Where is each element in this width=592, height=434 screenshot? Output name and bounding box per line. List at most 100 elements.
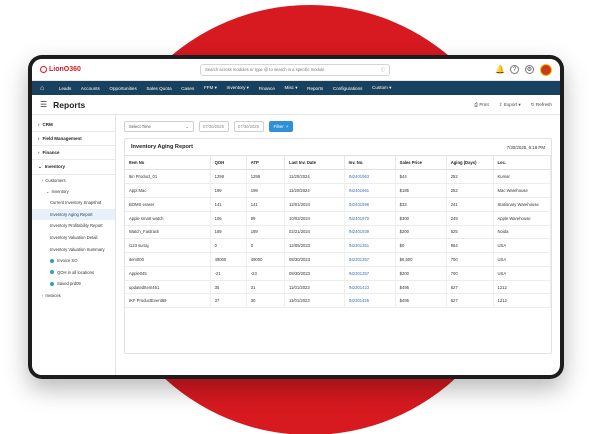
table-row[interactable]: Watch_Fastrack 189 189 02/21/2024 IN2401939 $… — [125, 225, 551, 240]
sidebar-favorite-saved-prd09[interactable]: Saved prd09 — [32, 278, 115, 290]
cell-inv-no[interactable]: IN2401939 — [344, 225, 396, 240]
logo-text: LionO360 — [49, 66, 81, 73]
cell-item-no: Apple smart watch — [125, 211, 211, 226]
export-button[interactable]: ⇪ Export ▾ — [499, 102, 521, 108]
sidebar-group-inventory[interactable]: ⌄ Inventory — [32, 186, 115, 197]
date-to-input[interactable]: 07/30/2025 — [234, 121, 264, 132]
sidebar-item-current-inventory-snapshot[interactable]: Current Inventory Snapshot — [32, 197, 115, 209]
sidebar-item-inventory-valuation-summary[interactable]: Inventory Valuation Summary — [32, 243, 115, 255]
table-row[interactable]: Apple smart watch 106 99 10/02/2024 IN240197… — [125, 211, 551, 226]
cell-inv-no[interactable]: IN2401970 — [344, 211, 396, 226]
cell-last-inv-date: 02/21/2024 — [284, 225, 345, 240]
cell-aging-days: 525 — [446, 225, 494, 240]
sidebar-group-label: Inventory — [51, 189, 69, 194]
table-row[interactable]: i123 surraj 0 0 12/05/2023 IN2301351 $0 964 USA — [125, 238, 551, 254]
sidebar-section-label: Field Management — [42, 136, 82, 141]
column-header-last-inv-date[interactable]: Last Inv. Date — [284, 154, 345, 171]
table-row[interactable]: BOMS eraser 141 141 12/01/2024 IN2401996 $33 2… — [125, 197, 551, 212]
refresh-button[interactable]: ↻ Refresh — [531, 102, 552, 108]
nav-item-inventory[interactable]: Inventory ▾ — [222, 85, 254, 91]
nav-item-configurations[interactable]: Configurations — [328, 86, 367, 91]
sidebar-favorite-label: Saved prd09 — [57, 281, 81, 287]
nav-item-sales-quota[interactable]: Sales Quota — [142, 86, 177, 91]
cell-inv-no[interactable]: IN2401963 — [344, 169, 396, 185]
user-avatar[interactable] — [540, 63, 552, 76]
top-bar: LionO360 Search across modules or type @… — [32, 59, 560, 81]
main-nav: ⌂ Leads Accounts Opportunities Sales Quo… — [32, 81, 560, 95]
cell-item-no: Apple045 — [125, 266, 211, 281]
sidebar-item-inventory-aging-report[interactable]: Inventory Aging Report — [32, 208, 115, 221]
column-header-item-no[interactable]: Item No — [125, 154, 211, 171]
nav-item-opportunities[interactable]: Opportunities — [105, 86, 142, 91]
filter-button[interactable]: Filter + — [269, 121, 293, 132]
cell-inv-no[interactable]: IN2301357 — [344, 266, 396, 281]
print-button[interactable]: ⎙ Print — [474, 102, 488, 108]
sidebar-section-field-management[interactable]: › Field Management — [32, 132, 115, 146]
table-row[interactable]: IKF ProductEvent69 37 30 11/01/2023 IN230142… — [125, 293, 551, 309]
notification-bell-icon[interactable]: 🔔 — [495, 65, 505, 74]
column-header-aging-days[interactable]: Aging (Days) — [446, 154, 494, 171]
nav-item-custom[interactable]: Custom ▾ — [367, 85, 396, 91]
filter-bar: Select Time ⌄ 07/30/2025 07/30/2025 Filte… — [124, 121, 552, 132]
cell-inv-no[interactable]: IN2401961 — [344, 183, 396, 198]
cell-inv-no[interactable]: IN2401996 — [344, 197, 396, 212]
nav-item-leads[interactable]: Leads — [54, 86, 76, 91]
cell-inv-no[interactable]: IN2301357 — [344, 252, 396, 267]
sidebar-section-label: CRM — [42, 122, 53, 127]
nav-item-misc[interactable]: Misc ▾ — [280, 85, 303, 91]
cell-item-no: updatedItem461 — [125, 280, 211, 295]
cell-last-inv-date: 11/01/2023 — [284, 293, 345, 309]
menu-icon[interactable]: ☰ — [40, 100, 47, 109]
time-select[interactable]: Select Time ⌄ — [124, 121, 194, 132]
cell-inv-no[interactable]: IN2301425 — [344, 293, 396, 309]
cell-inv-no[interactable]: IN2301423 — [344, 280, 396, 295]
chevron-right-icon: › — [42, 178, 44, 183]
cell-item-no: 8in Product_01 — [125, 169, 211, 185]
home-icon[interactable]: ⌂ — [40, 85, 54, 92]
report-card: Inventory Aging Report 7/30/2025, 6:18 P… — [124, 138, 552, 354]
top-right-actions: 🔔 ? ⚙ — [495, 63, 552, 76]
report-timestamp: 7/30/2025, 6:18 PM — [506, 144, 545, 150]
chevron-down-icon: ⌄ — [46, 189, 50, 194]
sidebar-group-invoices[interactable]: › Invoices — [32, 290, 115, 301]
cell-item-no: item000 — [125, 252, 211, 267]
table-row[interactable]: Appl Mac 199 199 11/20/2024 IN2401961 $185 252… — [125, 183, 551, 198]
date-from-input[interactable]: 07/30/2025 — [199, 121, 229, 132]
table-row[interactable]: Apple045 -21 -23 08/30/2023 IN2301357 $200 700… — [125, 266, 551, 281]
help-icon[interactable]: ? — [510, 65, 519, 74]
column-header-qoh[interactable]: QOH — [210, 154, 247, 171]
column-header-location[interactable]: Loc. — [493, 154, 551, 171]
cell-qoh: 199 — [210, 183, 247, 198]
sidebar-favorite-qoh[interactable]: QOH in all locations — [32, 267, 115, 279]
chevron-right-icon: › — [38, 122, 40, 127]
column-header-inv-no[interactable]: Inv. No. — [344, 154, 396, 171]
table-row[interactable]: 8in Product_01 1298 1298 11/20/2024 IN240196… — [125, 169, 551, 185]
sidebar-favorite-invoice-so[interactable]: Invoice SO — [32, 255, 115, 267]
cell-aging-days: 627 — [446, 280, 494, 295]
app-screen: LionO360 Search across modules or type @… — [32, 59, 560, 375]
sidebar-group-customers[interactable]: › Customers — [32, 175, 115, 186]
export-label: Export ▾ — [503, 101, 521, 107]
nav-item-reports[interactable]: Reports — [302, 86, 328, 91]
cell-item-no: Appl Mac — [125, 183, 211, 198]
nav-item-ffm[interactable]: FFM ▾ — [199, 85, 222, 91]
search-placeholder: Search across modules or type @ to searc… — [205, 67, 325, 72]
column-header-sales-price[interactable]: Sales Price — [395, 154, 447, 171]
cell-qoh: 1298 — [210, 169, 247, 185]
search-input[interactable]: Search across modules or type @ to searc… — [200, 63, 390, 76]
app-logo[interactable]: LionO360 — [40, 66, 200, 73]
table-row[interactable]: updatedItem461 35 31 11/01/2023 IN2301423 $49… — [125, 280, 551, 295]
nav-item-accounts[interactable]: Accounts — [76, 86, 105, 91]
column-header-atp[interactable]: ATP — [246, 154, 286, 171]
sidebar-item-inventory-profitability-report[interactable]: Inventory Profitability Report — [32, 220, 115, 232]
settings-icon[interactable]: ⚙ — [525, 65, 534, 74]
nav-item-cases[interactable]: Cases — [176, 86, 199, 91]
table-row[interactable]: item000 49000 49000 08/30/2023 IN2301357 $6,5… — [125, 252, 551, 267]
cell-sales-price: $495 — [395, 280, 447, 295]
sidebar-section-crm[interactable]: › CRM — [32, 118, 115, 132]
sidebar-item-inventory-valuation-detail[interactable]: Inventory Valuation Detail — [32, 232, 115, 244]
sidebar-section-inventory[interactable]: ⌄ Inventory — [32, 160, 115, 175]
sidebar-section-finance[interactable]: › Finance — [32, 146, 115, 160]
nav-item-finance[interactable]: Finance — [254, 86, 280, 91]
cell-inv-no[interactable]: IN2301351 — [344, 238, 396, 254]
